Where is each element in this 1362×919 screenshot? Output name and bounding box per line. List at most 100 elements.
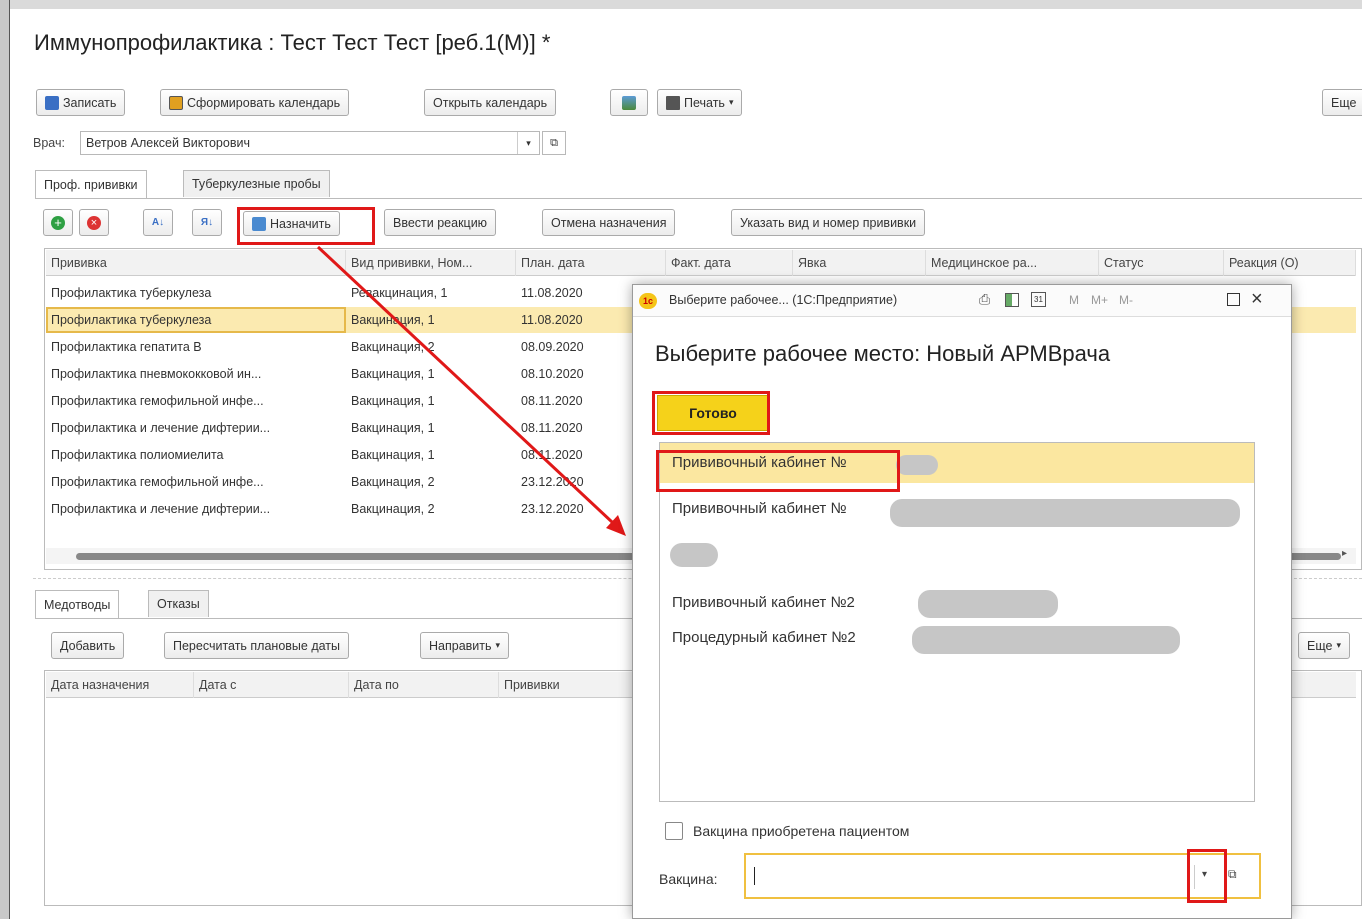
redacted-blur — [918, 590, 1058, 618]
sort-asc-button[interactable]: А↓ — [143, 209, 173, 236]
purchased-checkbox[interactable] — [665, 822, 683, 840]
col-vaccination[interactable]: Прививка — [46, 250, 346, 276]
grid-header: Прививка Вид прививки, Ном... План. дата… — [46, 250, 1356, 276]
workplace-list: Прививочный кабинет № Прививочный кабине… — [659, 442, 1255, 802]
col-status[interactable]: Статус — [1099, 250, 1224, 276]
assign-user-icon — [252, 216, 266, 231]
col-fact-date[interactable]: Факт. дата — [666, 250, 793, 276]
direct-button[interactable]: Направить ▾ — [420, 632, 510, 659]
table-cell[interactable]: Ревакцинация, 1 — [346, 280, 516, 306]
print-button[interactable]: Печать ▾ — [657, 89, 743, 116]
add-label: Добавить — [60, 638, 116, 653]
vaccine-field[interactable]: ▾ ⧉ — [744, 853, 1261, 899]
col-plan-date[interactable]: План. дата — [516, 250, 666, 276]
print-preview-icon[interactable]: ⎙ — [979, 291, 990, 308]
memory-plus-icon[interactable]: M+ — [1091, 293, 1108, 307]
enter-reaction-button[interactable]: Ввести реакцию — [384, 209, 497, 236]
list-item-label[interactable]: Прививочный кабинет № — [672, 500, 847, 517]
add-row-button[interactable]: + — [43, 209, 73, 236]
maximize-icon[interactable] — [1227, 293, 1240, 306]
table-cell[interactable]: Вакцинация, 2 — [346, 334, 516, 360]
assign-button[interactable]: Назначить — [243, 211, 340, 236]
table-cell[interactable]: Вакцинация, 1 — [346, 415, 516, 441]
table-cell[interactable]: Вакцинация, 1 — [346, 361, 516, 387]
window-frame-top — [0, 0, 1362, 9]
form-calendar-label: Сформировать календарь — [187, 95, 341, 110]
delete-row-button[interactable]: × — [79, 209, 109, 236]
col-medical[interactable]: Медицинское ра... — [926, 250, 1099, 276]
form-calendar-button[interactable]: Сформировать календарь — [160, 89, 350, 116]
doctor-value: Ветров Алексей Викторович — [86, 136, 250, 150]
col-vaccinations[interactable]: Прививки — [499, 672, 649, 698]
save-button[interactable]: Записать — [36, 89, 126, 116]
tab-divider — [35, 198, 1362, 199]
doctor-field[interactable]: Ветров Алексей Викторович ▾ — [80, 131, 540, 155]
table-cell[interactable]: Профилактика и лечение дифтерии... — [46, 415, 346, 441]
select-workplace-dialog: 1c Выберите рабочее... (1С:Предприятие) … — [632, 284, 1292, 919]
dialog-heading: Выберите рабочее место: Новый АРМВрача — [655, 341, 1111, 366]
redacted-blur — [912, 626, 1180, 654]
table-cell[interactable]: Профилактика туберкулеза — [46, 307, 346, 333]
list-item-label[interactable]: Прививочный кабинет №2 — [672, 594, 855, 611]
image-button[interactable] — [610, 89, 648, 116]
table-cell[interactable]: Вакцинация, 2 — [346, 496, 516, 522]
list-item-label[interactable]: Процедурный кабинет №2 — [672, 629, 856, 646]
chevron-down-icon[interactable]: ▾ — [1202, 869, 1207, 880]
scrollbar-thumb[interactable] — [76, 553, 646, 560]
tab-medical-exemptions[interactable]: Медотводы — [35, 590, 120, 619]
table-cell[interactable]: Профилактика полиомиелита — [46, 442, 346, 468]
specify-type-button[interactable]: Указать вид и номер прививки — [731, 209, 926, 236]
more-button[interactable]: Еще — [1322, 89, 1362, 116]
table-cell[interactable]: Профилактика гепатита В — [46, 334, 346, 360]
tab-refusals[interactable]: Отказы — [148, 590, 209, 617]
calendar-icon[interactable]: 31 — [1031, 292, 1046, 307]
memory-m-icon[interactable]: M — [1069, 293, 1079, 307]
sort-desc-button[interactable]: Я↓ — [192, 209, 222, 236]
doctor-dropdown-icon[interactable]: ▾ — [517, 132, 539, 154]
col-reaction[interactable]: Реакция (О) — [1224, 250, 1356, 276]
table-cell[interactable]: Вакцинация, 1 — [346, 388, 516, 414]
doctor-open-icon[interactable]: ⧉ — [542, 131, 566, 155]
scrollbar-thumb-right[interactable] — [1286, 553, 1341, 560]
image-icon — [622, 95, 636, 110]
save-icon — [45, 95, 59, 110]
open-form-icon[interactable]: ⧉ — [1228, 867, 1237, 882]
open-calendar-button[interactable]: Открыть календарь — [424, 89, 557, 116]
ready-label: Готово — [689, 405, 737, 421]
tab-prof-vaccinations[interactable]: Проф. прививки — [35, 170, 147, 199]
col-date-to[interactable]: Дата по — [349, 672, 499, 698]
col-assign-date[interactable]: Дата назначения — [46, 672, 194, 698]
calculator-icon[interactable] — [1005, 293, 1019, 307]
ready-button[interactable]: Готово — [657, 395, 769, 431]
delete-icon: × — [87, 215, 101, 230]
recalc-button[interactable]: Пересчитать плановые даты — [164, 632, 350, 659]
bottom-more-label: Еще — [1307, 638, 1333, 653]
table-cell[interactable]: Профилактика и лечение дифтерии... — [46, 496, 346, 522]
open-calendar-label: Открыть календарь — [433, 95, 548, 110]
cancel-assign-button[interactable]: Отмена назначения — [542, 209, 676, 236]
direct-label: Направить — [429, 638, 492, 653]
close-icon[interactable]: × — [1251, 288, 1263, 311]
col-type[interactable]: Вид прививки, Ном... — [346, 250, 516, 276]
specify-type-label: Указать вид и номер прививки — [740, 215, 917, 230]
vaccine-label: Вакцина: — [659, 871, 718, 887]
scroll-right-icon[interactable]: ▸ — [1342, 548, 1347, 559]
table-cell[interactable]: Вакцинация, 1 — [346, 442, 516, 468]
printer-icon — [666, 95, 680, 110]
table-cell[interactable]: Профилактика туберкулеза — [46, 280, 346, 306]
bottom-more-button[interactable]: Еще ▾ — [1298, 632, 1350, 659]
window-frame-line — [9, 0, 10, 919]
col-date-from[interactable]: Дата с — [194, 672, 349, 698]
sort-asc-icon: А↓ — [151, 217, 165, 228]
save-button-label: Записать — [63, 95, 117, 110]
table-cell[interactable]: Вакцинация, 2 — [346, 469, 516, 495]
table-cell[interactable]: Профилактика пневмококковой ин... — [46, 361, 346, 387]
table-cell[interactable]: Вакцинация, 1 — [346, 307, 516, 333]
memory-minus-icon[interactable]: M- — [1119, 293, 1133, 307]
col-attendance[interactable]: Явка — [793, 250, 926, 276]
tab-tb-tests[interactable]: Туберкулезные пробы — [183, 170, 330, 197]
table-cell[interactable]: Профилактика гемофильной инфе... — [46, 469, 346, 495]
list-item-selected[interactable]: Прививочный кабинет № — [660, 443, 1254, 483]
table-cell[interactable]: Профилактика гемофильной инфе... — [46, 388, 346, 414]
add-button[interactable]: Добавить — [51, 632, 125, 659]
